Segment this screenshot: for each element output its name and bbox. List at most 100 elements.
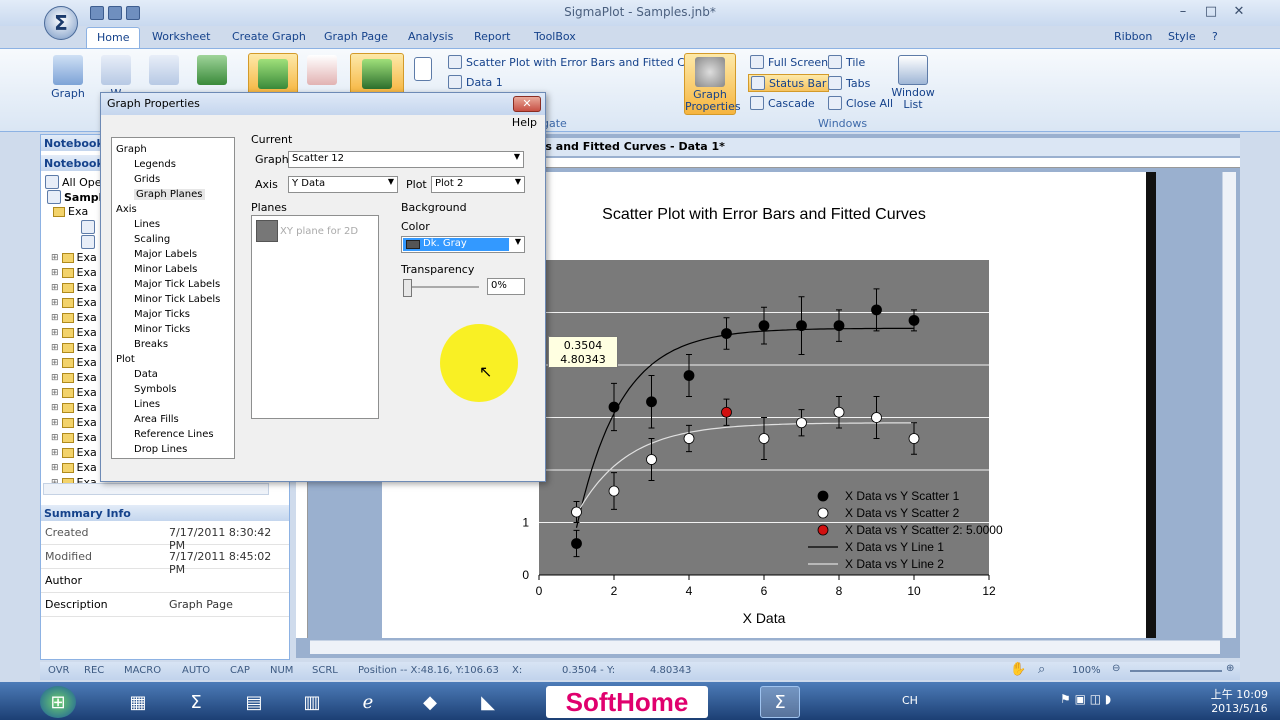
zoom-slider[interactable]: [1130, 670, 1222, 672]
style-menu[interactable]: Style: [1168, 30, 1196, 43]
tree-item-example-folder[interactable]: ⊞Exa: [51, 446, 97, 459]
transparency-input[interactable]: 0%: [487, 278, 525, 295]
tree-item-example-folder[interactable]: ⊞Exa: [51, 431, 97, 444]
tree-item-all-open[interactable]: All Oper: [45, 175, 106, 189]
plane-item[interactable]: XY plane for 2D: [280, 226, 358, 237]
nav-item-graph-planes[interactable]: Graph Planes: [134, 189, 205, 200]
window-list-button[interactable]: Window List: [890, 55, 936, 111]
nav-item-lines[interactable]: Lines: [134, 399, 160, 410]
tree-item-graph[interactable]: [81, 235, 95, 249]
tab-graph-page[interactable]: Graph Page: [324, 30, 388, 43]
tab-toolbox[interactable]: ToolBox: [534, 30, 576, 43]
tab-analysis[interactable]: Analysis: [408, 30, 453, 43]
hand-tool-icon[interactable]: ✋: [1010, 662, 1026, 677]
book-button[interactable]: [350, 53, 404, 95]
graph-properties-button[interactable]: Graph Properties: [684, 53, 741, 115]
nav-item-major-labels[interactable]: Major Labels: [134, 249, 197, 260]
expand-icon[interactable]: ⊞: [51, 283, 59, 293]
tab-worksheet[interactable]: Worksheet: [152, 30, 210, 43]
nav-item-reference-lines[interactable]: Reference Lines: [134, 429, 214, 440]
expand-icon[interactable]: ⊞: [51, 343, 59, 353]
recent-graph-item[interactable]: Scatter Plot with Error Bars and Fitted …: [448, 53, 715, 71]
nav-item-drop-lines[interactable]: Drop Lines: [134, 444, 187, 455]
taskbar-calculator-icon[interactable]: ▤: [234, 686, 274, 718]
help-icon[interactable]: ?: [1212, 30, 1218, 43]
tree-item-example-folder[interactable]: ⊞Exa: [51, 356, 97, 369]
recent-data-item[interactable]: Data 1: [448, 73, 503, 91]
expand-icon[interactable]: ⊞: [51, 298, 59, 308]
maximize-icon[interactable]: □: [1198, 2, 1224, 22]
nav-item-minor-labels[interactable]: Minor Labels: [134, 264, 197, 275]
tree-item-example-folder[interactable]: ⊞Exa: [51, 311, 97, 324]
expand-icon[interactable]: ⊞: [51, 448, 59, 458]
expand-icon[interactable]: ⊞: [51, 403, 59, 413]
nav-item-data[interactable]: Data: [134, 369, 158, 380]
start-button-icon[interactable]: ⊞: [40, 686, 76, 718]
tree-item-example[interactable]: Exa: [53, 205, 88, 218]
zoom-out-icon[interactable]: ⊖: [1112, 663, 1120, 674]
tabs-button[interactable]: Tabs: [828, 74, 870, 92]
arrange-button[interactable]: [248, 53, 298, 95]
language-indicator[interactable]: CH: [902, 694, 918, 707]
property-navigation-tree[interactable]: Graph Legends Grids Graph Planes Axis Lines Sc…: [111, 137, 235, 459]
nav-item-area-fills[interactable]: Area Fills: [134, 414, 179, 425]
graph-select[interactable]: Scatter 12 ▼: [288, 151, 524, 168]
expand-icon[interactable]: ⊞: [51, 388, 59, 398]
expand-icon[interactable]: ⊞: [51, 358, 59, 368]
close-all-button[interactable]: Close All: [828, 94, 893, 112]
nav-item-minor-tick-labels[interactable]: Minor Tick Labels: [134, 294, 220, 305]
full-screen-button[interactable]: Full Screen: [750, 53, 828, 71]
nav-item-legends[interactable]: Legends: [134, 159, 176, 170]
planes-list[interactable]: XY plane for 2D: [251, 215, 379, 419]
taskbar-sigmaplot-active-icon[interactable]: Σ: [760, 686, 800, 718]
tree-item-example-folder[interactable]: ⊞Exa: [51, 326, 97, 339]
sigmaplot-orb-icon[interactable]: Σ: [44, 6, 78, 40]
taskbar-app-icon[interactable]: ◆: [410, 686, 450, 718]
taskbar-sigma-icon[interactable]: Σ: [176, 686, 216, 718]
nav-item-axis[interactable]: Axis: [116, 204, 137, 215]
tree-item-worksheet[interactable]: [81, 220, 95, 234]
minimize-icon[interactable]: –: [1170, 2, 1196, 22]
status-bar-toggle[interactable]: Status Bar: [748, 74, 830, 92]
expand-icon[interactable]: ⊞: [51, 268, 59, 278]
expand-icon[interactable]: ⊞: [51, 418, 59, 428]
tree-item-example-folder[interactable]: ⊞Exa: [51, 341, 97, 354]
nav-item-minor-ticks[interactable]: Minor Ticks: [134, 324, 190, 335]
color-select[interactable]: Dk. Gray ▼: [401, 236, 525, 253]
expand-icon[interactable]: ⊞: [51, 328, 59, 338]
slider-thumb[interactable]: [403, 279, 412, 297]
plot-select[interactable]: Plot 2 ▼: [431, 176, 525, 193]
horizontal-scrollbar[interactable]: [310, 640, 1220, 654]
notebook-button[interactable]: [146, 55, 182, 87]
nav-item-major-ticks[interactable]: Major Ticks: [134, 309, 190, 320]
page-button[interactable]: [412, 57, 434, 83]
help-link[interactable]: Help: [512, 116, 537, 129]
expand-icon[interactable]: ⊞: [51, 433, 59, 443]
tree-item-example-folder[interactable]: ⊞Exa: [51, 401, 97, 414]
document-tab[interactable]: rs and Fitted Curves - Data 1*: [540, 138, 1240, 156]
tree-item-example-folder[interactable]: ⊞Exa: [51, 371, 97, 384]
tree-item-example-folder[interactable]: ⊞Exa: [51, 461, 97, 474]
tree-item-samples[interactable]: Sampl: [47, 190, 102, 204]
tree-item-example-folder[interactable]: ⊞Exa: [51, 251, 97, 264]
transparency-slider[interactable]: [403, 286, 479, 288]
tree-item-example-folder[interactable]: ⊞Exa: [51, 296, 97, 309]
pdf-button[interactable]: [304, 55, 340, 87]
nav-item-symbols[interactable]: Symbols: [134, 384, 176, 395]
zoom-icon[interactable]: ⌕: [1038, 662, 1045, 677]
taskbar-ie-icon[interactable]: ℯ: [348, 686, 388, 718]
graph-button[interactable]: Graph: [50, 55, 86, 100]
vertical-scrollbar[interactable]: [1222, 172, 1236, 638]
nav-item-breaks[interactable]: Breaks: [134, 339, 168, 350]
tab-create-graph[interactable]: Create Graph: [232, 30, 306, 43]
zoom-in-icon[interactable]: ⊕: [1226, 663, 1234, 674]
close-icon[interactable]: ✕: [513, 96, 541, 112]
export-button[interactable]: [194, 55, 230, 87]
ribbon-menu[interactable]: Ribbon: [1114, 30, 1152, 43]
nav-item-scaling[interactable]: Scaling: [134, 234, 170, 245]
tree-item-example-folder[interactable]: ⊞Exa: [51, 416, 97, 429]
tree-item-example-folder[interactable]: ⊞Exa: [51, 281, 97, 294]
expand-icon[interactable]: ⊞: [51, 253, 59, 263]
tile-button[interactable]: Tile: [828, 53, 865, 71]
expand-icon[interactable]: ⊞: [51, 463, 59, 473]
